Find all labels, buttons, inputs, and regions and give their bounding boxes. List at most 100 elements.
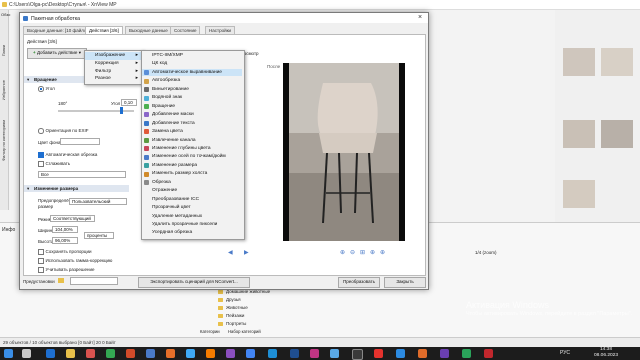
firefox-icon[interactable] <box>206 349 215 358</box>
gamma-correction-checkbox[interactable]: Использовать гамма-коррекцию <box>38 258 112 264</box>
app-icon[interactable] <box>268 349 277 358</box>
folder-icon[interactable] <box>58 278 64 283</box>
resize-section-header[interactable]: Изменение размера <box>24 185 129 192</box>
menu-item[interactable]: Коррекция ▸ <box>85 60 141 68</box>
submenu-item[interactable]: IPTC-IIM/XMP <box>142 52 242 60</box>
submenu-item[interactable]: Прозрачный цвет <box>142 204 242 212</box>
menu-item[interactable]: Фильтр ▸ <box>85 68 141 76</box>
bg-color-swatch[interactable] <box>60 138 100 145</box>
prev-icon[interactable]: ◀ <box>228 249 233 256</box>
submenu-item[interactable]: Преобразование ICC <box>142 196 242 204</box>
thumbnail[interactable] <box>601 48 633 76</box>
submenu-item[interactable]: Удалить прозрачные пиксели <box>142 221 242 229</box>
search-icon[interactable] <box>22 349 31 358</box>
rotate-angle-option[interactable]: Угол <box>38 86 55 92</box>
submenu-item[interactable]: Обрезка <box>142 179 242 187</box>
browser-icon[interactable] <box>106 349 115 358</box>
thumbnail[interactable] <box>563 120 595 148</box>
menu-item[interactable]: Разное ▸ <box>85 75 141 83</box>
chrome-icon[interactable] <box>246 349 255 358</box>
collapse-icon[interactable]: ▾ <box>27 186 29 192</box>
explorer-icon[interactable] <box>66 349 75 358</box>
category-item[interactable]: Животные <box>218 305 408 311</box>
angle-slider-handle[interactable] <box>120 107 123 114</box>
submenu-item[interactable]: Автоматическое выравнивание <box>142 68 242 77</box>
submenu-item[interactable]: Отражение <box>142 187 242 195</box>
clock-date[interactable]: 08.06.2023 <box>594 353 618 359</box>
smooth-checkbox[interactable]: Сглаживать <box>38 161 70 167</box>
mode-select[interactable]: Соответствующий <box>50 215 95 222</box>
add-action-button[interactable]: + Добавить действие ▾ <box>27 48 87 59</box>
app-icon[interactable] <box>352 349 363 360</box>
submenu-item[interactable]: Изменить размер холста <box>142 170 242 178</box>
close-button[interactable]: Закрыть <box>384 277 426 288</box>
category-set-tab[interactable]: Набор категорий <box>228 329 261 334</box>
app-icon[interactable] <box>440 349 449 358</box>
next-icon[interactable]: ▶ <box>244 249 249 256</box>
app-icon[interactable] <box>418 349 427 358</box>
submenu-item[interactable]: Удаление метаданных <box>142 213 242 221</box>
app-icon[interactable] <box>226 349 235 358</box>
submenu-item[interactable]: Автообрезка <box>142 77 242 85</box>
collapse-icon[interactable]: ▾ <box>27 77 29 83</box>
tab-favorites[interactable]: Избранное <box>1 80 8 100</box>
tab-category-filter[interactable]: Фильтр по категориям <box>1 120 8 161</box>
zoom-out-icon[interactable]: ⊖ <box>350 249 355 256</box>
convert-button[interactable]: Преобразовать <box>338 277 380 288</box>
thumbnail[interactable] <box>563 48 595 76</box>
submenu-item[interactable]: Добавление текста <box>142 120 242 128</box>
submenu-item[interactable]: Виньетирование <box>142 86 242 94</box>
app-icon[interactable] <box>166 349 175 358</box>
respect-resolution-checkbox[interactable]: Учитывать разрешение <box>38 267 95 273</box>
menu-item[interactable]: Изображение ▸ <box>85 52 141 60</box>
submenu-item[interactable]: Усердная обрезка <box>142 229 242 237</box>
unit-select[interactable]: проценты <box>84 232 114 239</box>
category-item[interactable]: Пейзажи <box>218 313 408 319</box>
close-icon[interactable]: × <box>412 13 428 23</box>
photo-icon[interactable] <box>146 349 155 358</box>
app-icon[interactable] <box>462 349 471 358</box>
tab-folders[interactable]: Папки <box>1 45 8 56</box>
width-input[interactable]: 104,00% <box>52 226 78 233</box>
submenu-item[interactable]: Вращение <box>142 103 242 111</box>
presets-select[interactable] <box>70 277 118 285</box>
export-nconvert-button[interactable]: Экспортировать сценарий для NConvert... <box>138 277 250 288</box>
pdf-icon[interactable] <box>374 349 383 358</box>
height-input[interactable]: 96,00% <box>52 237 78 244</box>
xnview-icon[interactable] <box>396 349 405 358</box>
submenu-item[interactable]: Добавление маски <box>142 111 242 119</box>
auto-crop-checkbox[interactable]: Автоматическая обрезка <box>38 152 97 158</box>
language-indicator[interactable]: РУС <box>560 350 570 356</box>
fit-icon[interactable]: ⊞ <box>360 249 365 256</box>
word-icon[interactable] <box>290 349 299 358</box>
edge-icon[interactable] <box>186 349 195 358</box>
submenu-item[interactable]: Изменение осей по точкам/дюйм <box>142 153 242 161</box>
submenu-item[interactable]: Изменение глубины цвета <box>142 145 242 153</box>
dialog-title-bar: Пакетная обработка × <box>20 13 428 23</box>
thumbnail[interactable] <box>601 120 633 148</box>
start-icon[interactable] <box>4 349 13 358</box>
submenu-item[interactable]: Водяной знак <box>142 94 242 102</box>
app-icon[interactable] <box>484 349 493 358</box>
category-item[interactable]: Портреты <box>218 321 408 327</box>
submenu-item[interactable]: Изменение размера <box>142 162 242 170</box>
submenu-item[interactable]: ЦК код <box>142 60 242 68</box>
yandex-icon[interactable] <box>86 349 95 358</box>
categories-tab[interactable]: Категории <box>200 329 220 334</box>
brave-icon[interactable] <box>126 349 135 358</box>
zoom-icon[interactable]: ⊕ <box>380 249 385 256</box>
angle-input[interactable]: 0,10 <box>121 99 137 106</box>
app-icon[interactable] <box>310 349 319 358</box>
thumbnail[interactable] <box>563 180 595 208</box>
predefined-size-select[interactable]: Пользовательский <box>69 198 127 205</box>
exif-orientation-option[interactable]: Ориентация по EXIF <box>38 128 89 134</box>
keep-proportions-checkbox[interactable]: Сохранять пропорции <box>38 249 92 255</box>
submenu-item[interactable]: Замена цвета <box>142 128 242 136</box>
submenu-item[interactable]: Извлечение канала <box>142 137 242 145</box>
category-item[interactable]: Друзья <box>218 297 408 303</box>
actual-size-icon[interactable]: ⊕ <box>370 249 375 256</box>
zoom-in-icon[interactable]: ⊕ <box>340 249 345 256</box>
app-icon[interactable] <box>330 349 339 358</box>
task-view-icon[interactable] <box>46 349 55 358</box>
apply-to-select[interactable]: Все <box>38 171 126 178</box>
